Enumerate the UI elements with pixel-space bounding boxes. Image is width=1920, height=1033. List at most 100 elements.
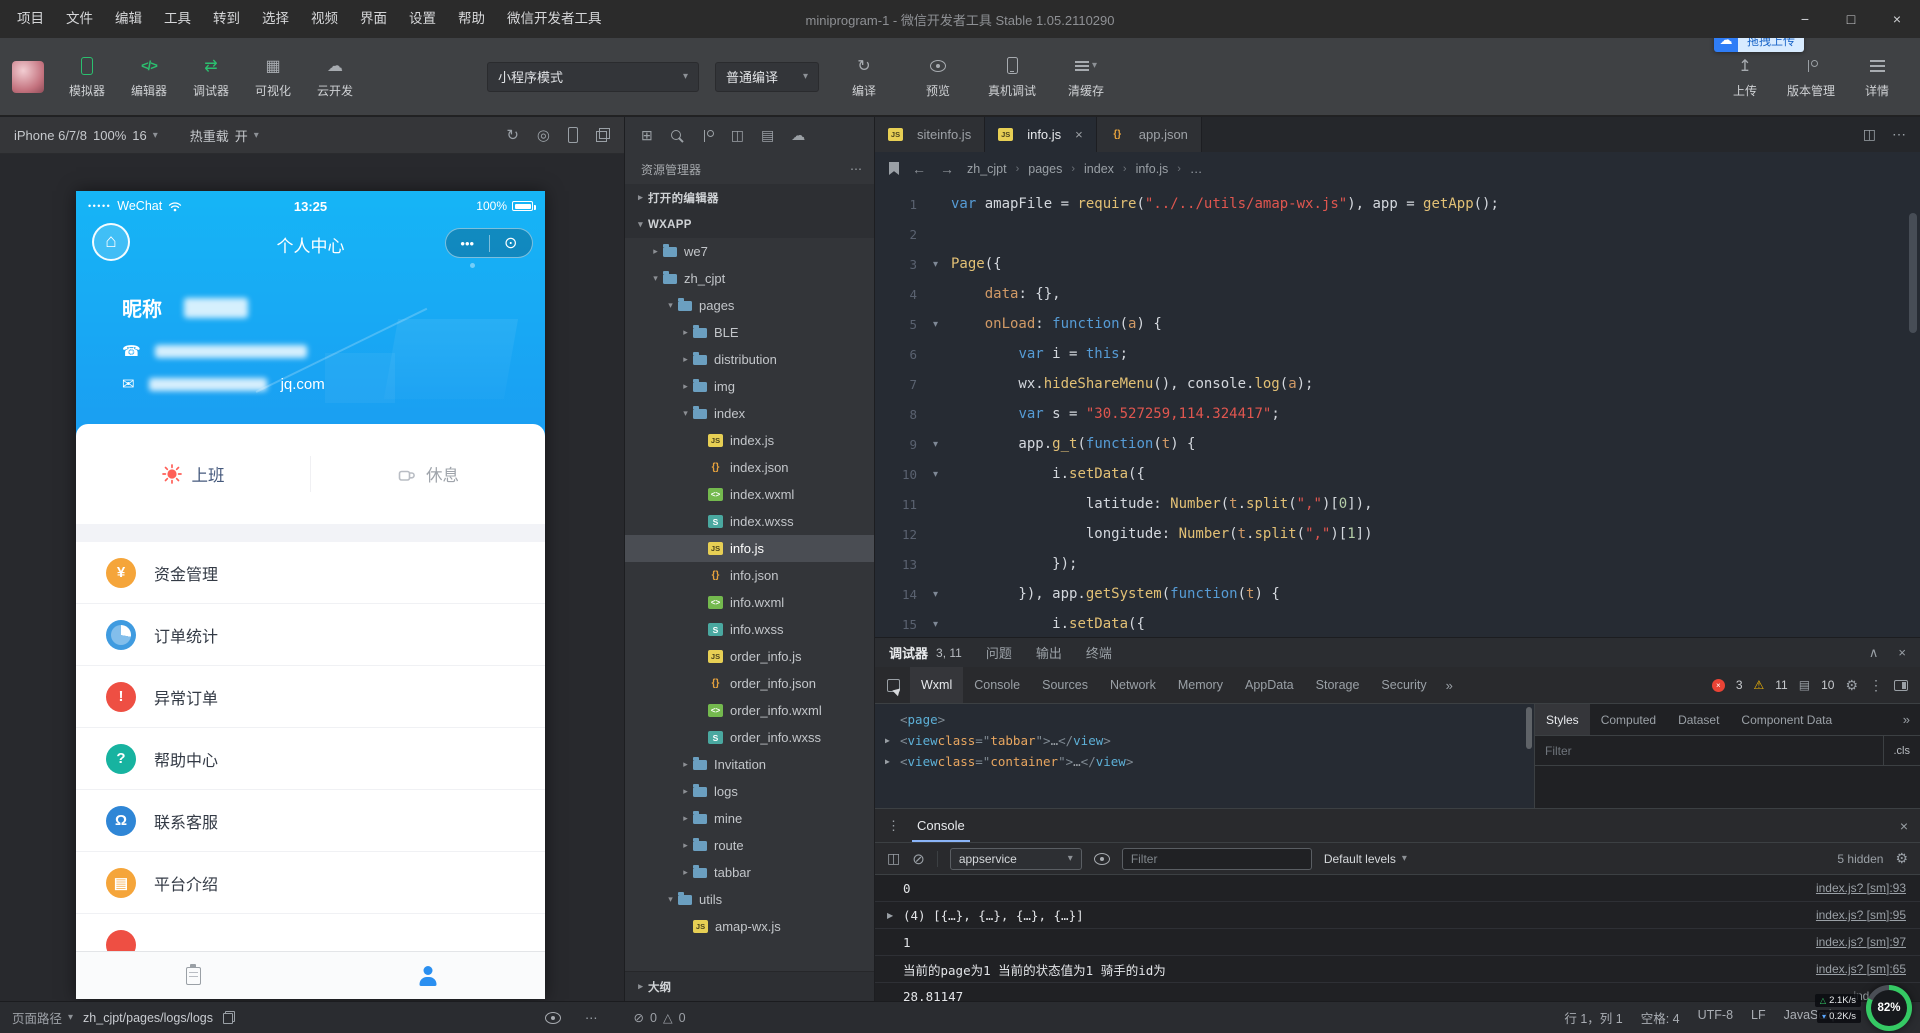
tree-item[interactable]: ▸we7 xyxy=(625,238,874,265)
copy-path-icon[interactable] xyxy=(223,1011,235,1024)
minimize-button[interactable]: − xyxy=(1782,0,1828,38)
devtools-tab[interactable]: Network xyxy=(1099,667,1167,703)
menu-item[interactable]: 转到 xyxy=(202,0,251,38)
maximize-button[interactable]: □ xyxy=(1828,0,1874,38)
tree-item[interactable]: ▾WXAPP xyxy=(625,211,874,238)
hidden-messages-count[interactable]: 5 hidden xyxy=(1837,852,1883,866)
status-item[interactable]: 行 1，列 1 xyxy=(1564,1008,1622,1027)
code-line[interactable]: 14▾ }), app.getSystem(function(t) { xyxy=(875,579,1920,609)
hot-reload-toggle[interactable]: 热重载 开 ▾ xyxy=(190,126,259,145)
split-editor-icon[interactable]: ◫ xyxy=(1863,126,1876,143)
tree-item[interactable]: Sinfo.wxss xyxy=(625,616,874,643)
list-item[interactable]: 订单统计 xyxy=(76,604,545,666)
expand-icon[interactable]: ▶ xyxy=(885,757,900,766)
more-button[interactable]: ••• xyxy=(446,236,489,251)
tab-work[interactable]: 上班 xyxy=(76,462,310,486)
menu-item[interactable]: 微信开发者工具 xyxy=(496,0,613,38)
breadcrumb-item[interactable]: index xyxy=(1084,162,1114,176)
status-item[interactable]: UTF-8 xyxy=(1698,1008,1733,1027)
tree-item[interactable]: JSinfo.js xyxy=(625,535,874,562)
tree-item[interactable]: <>index.wxml xyxy=(625,481,874,508)
compile-mode-select[interactable]: 普通编译 ▾ xyxy=(715,62,819,92)
tree-item[interactable]: ▸Invitation xyxy=(625,751,874,778)
tree-item[interactable]: JSorder_info.js xyxy=(625,643,874,670)
menu-item[interactable]: 工具 xyxy=(153,0,202,38)
breadcrumb-item[interactable]: pages xyxy=(1028,162,1062,176)
debugger-panel-tab[interactable]: 终端 xyxy=(1086,643,1112,662)
execution-context-select[interactable]: appservice ▾ xyxy=(950,848,1082,870)
console-log-row[interactable]: 28.81147index.js… xyxy=(875,983,1920,1001)
debugger-panel-tab[interactable]: 输出 xyxy=(1036,643,1062,662)
debugger-panel-tab[interactable]: 问题 xyxy=(986,643,1012,662)
styles-tab[interactable]: Dataset xyxy=(1667,704,1730,735)
tree-item[interactable]: Sindex.wxss xyxy=(625,508,874,535)
close-miniprogram-button[interactable]: ⊙ xyxy=(490,233,533,253)
menu-item[interactable]: 编辑 xyxy=(104,0,153,38)
breadcrumb-item[interactable]: zh_cjpt xyxy=(967,162,1007,176)
clear-console-icon[interactable]: ⊘ xyxy=(912,850,925,868)
list-item[interactable]: !异常订单 xyxy=(76,666,545,728)
code-line[interactable]: 3▾Page({ xyxy=(875,249,1920,279)
console-log-row[interactable]: 1index.js? [sm]:97 xyxy=(875,929,1920,956)
status-item[interactable]: LF xyxy=(1751,1008,1766,1027)
element-node[interactable]: ▶<view class="container">…</view> xyxy=(885,751,1524,772)
tab-rest[interactable]: 休息 xyxy=(311,462,545,486)
real-device-debug-button[interactable]: 真机调试 xyxy=(983,55,1041,99)
console-filter-input[interactable] xyxy=(1122,848,1312,870)
new-file-icon[interactable]: ⊞ xyxy=(641,127,653,144)
menu-item[interactable]: 帮助 xyxy=(447,0,496,38)
tree-item[interactable]: ▸distribution xyxy=(625,346,874,373)
list-item[interactable]: Ω联系客服 xyxy=(76,790,545,852)
console-log-row[interactable]: 当前的page为1 当前的状态值为1 骑手的id为index.js? [sm]:… xyxy=(875,956,1920,983)
fold-icon[interactable]: ▾ xyxy=(933,589,951,600)
editor-scrollbar[interactable] xyxy=(1909,213,1917,333)
tree-item[interactable]: {}index.json xyxy=(625,454,874,481)
search-icon[interactable] xyxy=(670,129,684,143)
menu-item[interactable]: 界面 xyxy=(349,0,398,38)
menu-item[interactable]: 项目 xyxy=(6,0,55,38)
close-tab-icon[interactable]: × xyxy=(1075,127,1083,142)
code-line[interactable]: 7 wx.hideShareMenu(), console.log(a); xyxy=(875,369,1920,399)
list-item[interactable]: ▤平台介绍 xyxy=(76,852,545,914)
editor-button[interactable]: </> 编辑器 xyxy=(118,55,180,99)
code-line[interactable]: 8 var s = "30.527259,114.324417"; xyxy=(875,399,1920,429)
console-sidebar-icon[interactable]: ◫ xyxy=(887,850,900,867)
tab-orders[interactable] xyxy=(76,952,311,999)
back-icon[interactable]: ← xyxy=(912,161,926,177)
compile-button[interactable]: ↻ 编译 xyxy=(835,55,893,99)
more-tabs-icon[interactable]: » xyxy=(1438,678,1461,693)
rotate-device-icon[interactable] xyxy=(568,127,578,143)
code-line[interactable]: 15▾ i.setData({ xyxy=(875,609,1920,637)
more-actions-icon[interactable]: ⋯ xyxy=(850,162,862,176)
home-button[interactable]: ⌂ xyxy=(92,223,130,261)
split-view-icon[interactable]: ◫ xyxy=(731,127,744,144)
close-panel-icon[interactable]: × xyxy=(1898,645,1906,661)
more-tabs-icon[interactable]: » xyxy=(1903,712,1920,727)
elements-scrollbar[interactable] xyxy=(1524,704,1534,808)
devtools-tab[interactable]: Memory xyxy=(1167,667,1234,703)
device-select[interactable]: iPhone 6/7/8 100% 16 ▾ xyxy=(14,128,158,143)
code-line[interactable]: 11 latitude: Number(t.split(",")[0]), xyxy=(875,489,1920,519)
refresh-icon[interactable]: ↻ xyxy=(506,126,519,144)
more-actions-icon[interactable]: ⋯ xyxy=(1892,126,1906,143)
tree-item[interactable]: ▾index xyxy=(625,400,874,427)
status-item[interactable]: 空格: 4 xyxy=(1641,1008,1680,1027)
drag-handle-icon[interactable]: ⋮ xyxy=(887,818,900,834)
visualize-button[interactable]: ▦ 可视化 xyxy=(242,55,304,99)
code-line[interactable]: 4 data: {}, xyxy=(875,279,1920,309)
devtools-tab[interactable]: Storage xyxy=(1305,667,1371,703)
user-avatar[interactable] xyxy=(12,61,44,93)
editor-tab[interactable]: JSinfo.js× xyxy=(985,117,1097,152)
element-node[interactable]: ▶<view class="tabbar">…</view> xyxy=(885,730,1524,751)
tree-item[interactable]: ▾pages xyxy=(625,292,874,319)
breadcrumb-item[interactable]: … xyxy=(1190,162,1203,176)
debugger-panel-tab[interactable]: 调试器3, 11 xyxy=(889,643,962,662)
kebab-menu-icon[interactable]: ⋮ xyxy=(1869,677,1883,694)
menu-item[interactable]: 选择 xyxy=(251,0,300,38)
warning-count[interactable]: 11 xyxy=(1775,678,1787,692)
settings-gear-icon[interactable]: ⚙ xyxy=(1845,677,1858,694)
cloud-icon[interactable]: ☁ xyxy=(791,127,805,144)
breadcrumb-item[interactable]: info.js xyxy=(1136,162,1169,176)
preview-button[interactable]: 预览 xyxy=(909,55,967,99)
cls-toggle[interactable]: .cls xyxy=(1883,736,1920,765)
